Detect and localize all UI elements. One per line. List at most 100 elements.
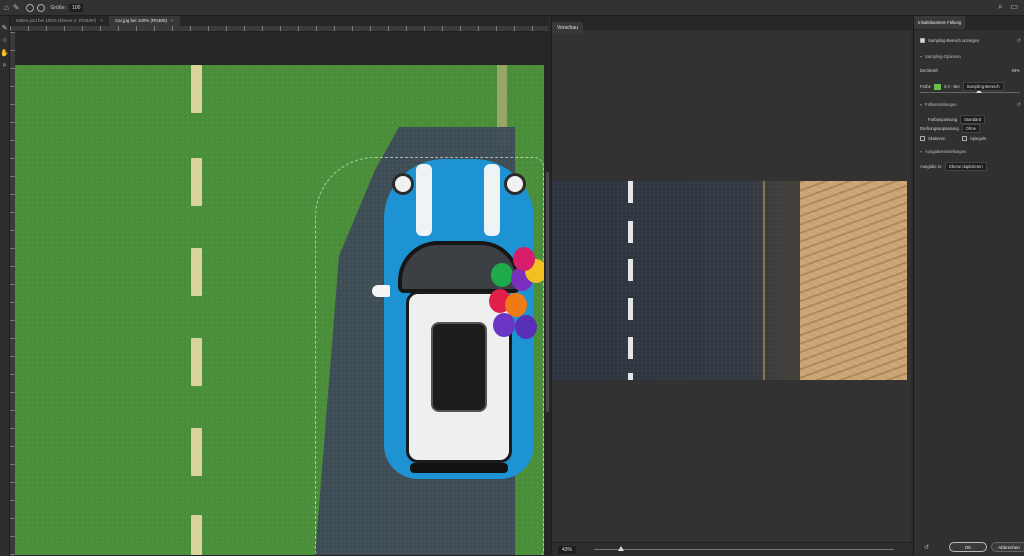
brush-tool-icon[interactable]: ✎ bbox=[13, 3, 20, 12]
lane-marking bbox=[191, 158, 202, 206]
preview-lane-marking bbox=[628, 259, 633, 281]
chevron-down-icon[interactable]: ▾ bbox=[920, 149, 922, 154]
content-aware-fill-panel: Inhaltsbasierte Füllung Sampling-Bereich… bbox=[913, 16, 1024, 556]
balloon bbox=[513, 247, 535, 271]
zoom-slider-knob[interactable] bbox=[618, 546, 625, 551]
cancel-button[interactable]: Abbrechen bbox=[991, 542, 1024, 552]
headlight bbox=[392, 173, 414, 195]
color-hint: 0,0 - Bei bbox=[943, 84, 960, 89]
close-icon[interactable]: × bbox=[171, 18, 174, 23]
rotation-label: Drehungsanpassung bbox=[920, 126, 959, 131]
tab-mitten[interactable]: Mitten.psd bei 100% (Ebene 2, RGB/8#) × bbox=[10, 16, 109, 26]
lane-marking bbox=[191, 428, 202, 476]
output-row: Ausgabe in: Ebene duplizieren bbox=[920, 162, 987, 171]
toolbar: ✎ ○ ✋ ⌕ bbox=[0, 16, 10, 556]
show-sampling-label: Sampling-Bereich anzeigen bbox=[928, 38, 980, 43]
chevron-down-icon[interactable]: ▾ bbox=[920, 54, 922, 59]
opacity-slider[interactable] bbox=[920, 89, 1020, 93]
output-label: Ausgabe in: bbox=[920, 164, 943, 169]
sunroof bbox=[431, 322, 487, 412]
reset-icon[interactable]: ↺ bbox=[1017, 102, 1021, 108]
preview-lane-marking bbox=[628, 181, 633, 203]
show-sampling-row[interactable]: Sampling-Bereich anzeigen bbox=[920, 38, 979, 43]
panel-tab-bar: Inhaltsbasierte Füllung bbox=[914, 16, 1024, 30]
preview-image[interactable] bbox=[552, 181, 907, 380]
color-adapt-row: Farbanpassung Standard bbox=[928, 115, 986, 124]
scrollbar-thumb[interactable] bbox=[546, 172, 549, 412]
preview-lane-marking bbox=[628, 373, 633, 380]
preview-lane-marking bbox=[628, 298, 633, 320]
photoshop-window: ⌂ ✎ Größe: 100 ⌕ ▭ ✎ ○ ✋ ⌕ Mitten.psd be… bbox=[0, 0, 1024, 556]
color-adapt-label: Farbanpassung bbox=[928, 117, 958, 122]
zoom-slider[interactable] bbox=[594, 546, 895, 551]
hand-icon[interactable]: ✋ bbox=[0, 49, 9, 57]
sampling-options-label: Sampling-Optionen bbox=[925, 54, 961, 59]
balloon bbox=[515, 315, 537, 339]
tab-preview[interactable]: Vorschau bbox=[552, 22, 583, 34]
show-sampling-checkbox[interactable] bbox=[920, 38, 925, 43]
preview-sand bbox=[800, 181, 907, 380]
hood-stripe bbox=[416, 164, 432, 236]
panel-title: Inhaltsbasierte Füllung bbox=[914, 16, 966, 29]
zoom-level-input[interactable]: 43% bbox=[558, 545, 577, 554]
fill-settings-header[interactable]: ▾ Fülleinstellungen bbox=[920, 102, 956, 107]
preview-panel: Vorschau 43% bbox=[551, 16, 912, 556]
preview-footer: 43% bbox=[552, 542, 912, 556]
document-area[interactable] bbox=[15, 32, 545, 556]
chevron-down-icon[interactable]: ▾ bbox=[920, 102, 922, 107]
subtract-mode-icon[interactable] bbox=[36, 3, 45, 12]
lane-marking bbox=[191, 65, 202, 113]
lasso-icon[interactable]: ○ bbox=[2, 37, 6, 44]
brush-size-input[interactable]: 100 bbox=[69, 3, 84, 12]
search-icon[interactable]: ⌕ bbox=[998, 2, 1002, 12]
brush-icon[interactable]: ✎ bbox=[2, 24, 8, 32]
close-icon[interactable]: × bbox=[100, 18, 103, 23]
preview-lane-marking bbox=[628, 221, 633, 243]
brush-size-label: Größe: bbox=[50, 4, 67, 11]
color-adapt-select[interactable]: Standard bbox=[960, 115, 986, 124]
sampling-area-select[interactable]: Sampling-Bereich bbox=[962, 82, 1004, 91]
scale-row[interactable]: Skalieren bbox=[920, 136, 945, 141]
color-label: Farbe bbox=[920, 84, 931, 89]
preview-lane-marking bbox=[628, 337, 633, 359]
workspace-icon[interactable]: ▭ bbox=[1010, 2, 1018, 12]
output-select[interactable]: Ebene duplizieren bbox=[945, 162, 987, 171]
mirror-checkbox[interactable] bbox=[962, 136, 967, 141]
rotation-select[interactable]: Ohne bbox=[961, 124, 980, 133]
preview-blend bbox=[747, 181, 802, 380]
sampling-options-header[interactable]: ▾ Sampling-Optionen bbox=[920, 54, 961, 59]
add-mode-icon[interactable] bbox=[25, 3, 34, 12]
tab-label: Car.jpg bei 100% (RGB/8) bbox=[114, 18, 167, 23]
image-canvas[interactable] bbox=[15, 65, 544, 555]
opacity-row: Deckkraft 69% bbox=[920, 68, 1020, 73]
output-settings-label: Ausgabeeinstellungen bbox=[925, 149, 967, 154]
lane-marking bbox=[191, 338, 202, 386]
balloon bbox=[493, 313, 515, 337]
options-bar: ⌂ ✎ Größe: 100 ⌕ ▭ bbox=[0, 0, 1024, 16]
tab-car[interactable]: Car.jpg bei 100% (RGB/8) × bbox=[108, 16, 180, 26]
home-icon[interactable]: ⌂ bbox=[4, 3, 9, 12]
reset-all-icon[interactable]: ↺ bbox=[924, 544, 929, 551]
rotation-row: Drehungsanpassung Ohne bbox=[920, 124, 980, 133]
reset-icon[interactable]: ↺ bbox=[1017, 38, 1021, 44]
headlight bbox=[504, 173, 526, 195]
zoom-icon[interactable]: ⌕ bbox=[3, 62, 7, 70]
output-settings-header[interactable]: ▾ Ausgabeeinstellungen bbox=[920, 149, 966, 154]
preview-road-edge bbox=[763, 181, 765, 380]
preview-tab-bar: Vorschau bbox=[552, 16, 912, 34]
fill-settings-label: Fülleinstellungen bbox=[925, 102, 957, 107]
lane-marking bbox=[191, 248, 202, 296]
opacity-value[interactable]: 69% bbox=[1012, 68, 1020, 73]
color-swatch[interactable] bbox=[933, 83, 941, 90]
side-mirror bbox=[372, 285, 390, 297]
lane-marking bbox=[191, 515, 202, 555]
mirror-label: Spiegeln bbox=[970, 136, 987, 141]
color-row: Farbe 0,0 - Bei Sampling-Bereich bbox=[920, 82, 1004, 91]
hood-stripe bbox=[484, 164, 500, 236]
mirror-row[interactable]: Spiegeln bbox=[962, 136, 986, 141]
ok-button[interactable]: OK bbox=[949, 542, 987, 552]
scale-checkbox[interactable] bbox=[920, 136, 925, 141]
balloon bbox=[491, 263, 513, 287]
opacity-label: Deckkraft bbox=[920, 68, 938, 73]
scale-label: Skalieren bbox=[928, 136, 946, 141]
